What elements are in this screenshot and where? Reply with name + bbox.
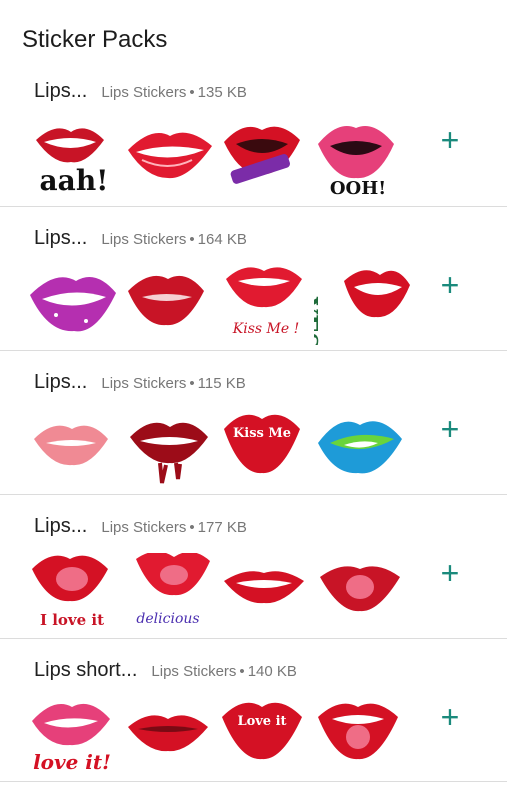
- separator-dot: •: [189, 231, 195, 248]
- sticker-preview: [122, 120, 218, 200]
- pack-title-row: Lips... Lips Stickers • 177 KB: [34, 515, 247, 538]
- pack-size: 177 KB: [197, 519, 247, 536]
- sticker-preview: Kiss Me !: [218, 265, 314, 345]
- sticker-preview: aah!: [26, 120, 122, 200]
- pack-size: 115 KB: [197, 375, 246, 392]
- pack-publisher: Lips Stickers: [101, 84, 187, 101]
- pack-title-row: Lips... Lips Stickers • 115 KB: [34, 371, 246, 394]
- sticker-pack-row[interactable]: Lips... Lips Stickers • 177 KB I love it…: [0, 494, 507, 638]
- sticker-preview: [314, 697, 410, 777]
- add-pack-button[interactable]: [432, 122, 468, 158]
- sticker-caption: I love it: [40, 611, 104, 629]
- add-pack-button[interactable]: [432, 699, 468, 735]
- sticker-caption: love it!: [33, 750, 111, 774]
- sticker-preview: [218, 120, 314, 200]
- sticker-preview: [26, 409, 122, 489]
- sticker-preview: I love it: [26, 553, 122, 633]
- sticker-pack-row[interactable]: Lips... Lips Stickers • 135 KB aah! OOH!…: [0, 80, 507, 206]
- pack-size: 135 KB: [197, 84, 247, 101]
- sticker-preview: delicious: [122, 551, 218, 633]
- separator-dot: •: [189, 375, 195, 392]
- sticker-caption: OOH!: [330, 178, 386, 199]
- separator-dot: •: [239, 663, 245, 680]
- separator-dot: •: [189, 519, 195, 536]
- sticker-caption: Kiss Me !: [232, 321, 299, 337]
- pack-size: 164 KB: [197, 231, 247, 248]
- sticker-preview: [122, 697, 218, 777]
- sticker-caption: YES: [314, 296, 323, 345]
- sticker-preview-list: I love it delicious: [26, 551, 410, 633]
- sticker-preview: Kiss Me: [218, 409, 314, 489]
- sticker-preview: Love it: [218, 697, 314, 777]
- sticker-pack-row[interactable]: Lips short... Lips Stickers • 140 KB lov…: [0, 638, 507, 782]
- pack-title-row: Lips... Lips Stickers • 164 KB: [34, 227, 247, 250]
- separator-dot: •: [189, 84, 195, 101]
- sticker-preview: [26, 265, 122, 345]
- sticker-preview-list: Kiss Me: [26, 409, 410, 489]
- sticker-caption: Kiss Me: [233, 426, 291, 441]
- add-pack-button[interactable]: [432, 555, 468, 591]
- add-pack-button[interactable]: [432, 267, 468, 303]
- sticker-preview: [218, 553, 314, 633]
- pack-size: 140 KB: [247, 663, 297, 680]
- pack-title-row: Lips short... Lips Stickers • 140 KB: [34, 659, 297, 682]
- sticker-preview: love it!: [26, 697, 122, 777]
- sticker-preview: [122, 265, 218, 345]
- add-pack-button[interactable]: [432, 411, 468, 447]
- pack-publisher: Lips Stickers: [101, 519, 187, 536]
- sticker-preview-list: Kiss Me ! YES: [26, 265, 410, 350]
- sticker-preview: YES: [294, 265, 410, 350]
- sticker-preview-list: love it! Love it: [26, 697, 410, 777]
- sticker-preview: [122, 409, 218, 489]
- sticker-preview-list: aah! OOH!: [26, 120, 410, 200]
- sticker-pack-row[interactable]: Lips... Lips Stickers • 115 KB Kiss Me: [0, 350, 507, 494]
- pack-name: Lips...: [34, 515, 88, 537]
- sticker-pack-row[interactable]: Lips... Lips Stickers • 164 KB Kiss Me !: [0, 206, 507, 350]
- sticker-caption: delicious: [136, 611, 199, 627]
- pack-title-row: Lips... Lips Stickers • 135 KB: [34, 80, 247, 103]
- pack-publisher: Lips Stickers: [151, 663, 237, 680]
- sticker-preview: [314, 553, 410, 633]
- pack-name: Lips...: [34, 227, 88, 249]
- page-title: Sticker Packs: [22, 26, 168, 53]
- sticker-caption: aah!: [40, 164, 109, 197]
- pack-publisher: Lips Stickers: [101, 231, 187, 248]
- pack-name: Lips...: [34, 80, 88, 102]
- pack-publisher: Lips Stickers: [101, 375, 187, 392]
- sticker-preview: OOH!: [314, 120, 410, 200]
- sticker-preview: [314, 409, 410, 489]
- pack-name: Lips...: [34, 371, 88, 393]
- sticker-caption: Love it: [237, 714, 286, 729]
- pack-name: Lips short...: [34, 659, 138, 681]
